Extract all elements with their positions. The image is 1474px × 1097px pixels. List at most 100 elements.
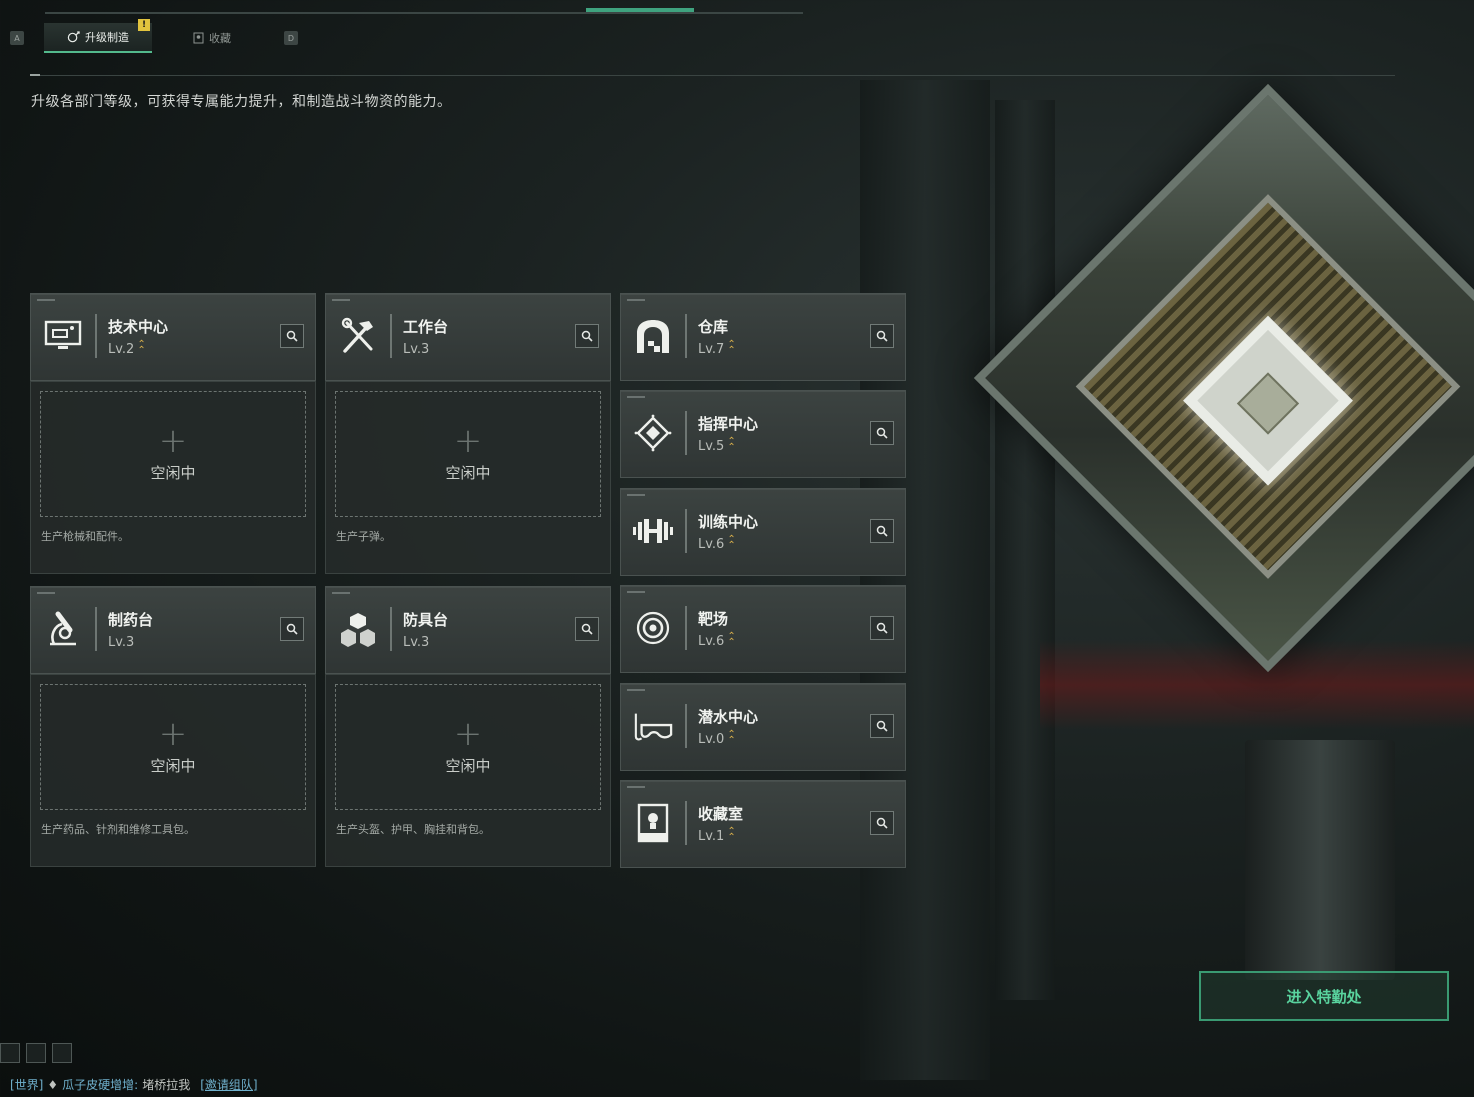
upgrade-arrow-icon: ⌃ ⌃ bbox=[727, 825, 736, 843]
header-divider-mark bbox=[30, 74, 40, 76]
plus-icon: + bbox=[453, 420, 483, 461]
slot-status: 空闲中 bbox=[445, 756, 491, 775]
production-panel-workbench: + 空闲中 生产子弹。 bbox=[325, 381, 611, 574]
production-slot[interactable]: + 空闲中 bbox=[335, 684, 601, 810]
upgrade-icon bbox=[67, 30, 80, 42]
facility-name: 收藏室 bbox=[698, 805, 744, 823]
toolbar-button[interactable] bbox=[26, 1043, 46, 1063]
search-button[interactable] bbox=[575, 617, 599, 641]
slot-status: 空闲中 bbox=[150, 463, 196, 482]
card-tag bbox=[332, 592, 350, 594]
slot-status: 空闲中 bbox=[150, 756, 196, 775]
upgrade-arrow-icon: ⌃ ⌃ bbox=[727, 338, 736, 356]
level-text: Lv.2 bbox=[108, 342, 135, 357]
facility-card-diving-center[interactable]: 潜水中心 Lv.0 ⌃ ⌃ bbox=[620, 683, 906, 771]
card-separator bbox=[95, 607, 97, 651]
facility-card-shooting-range[interactable]: 靶场 Lv.6 ⌃ ⌃ bbox=[620, 585, 906, 673]
facility-name: 指挥中心 bbox=[698, 415, 759, 433]
collection-icon bbox=[193, 32, 204, 44]
facility-level: Lv.6 ⌃ ⌃ bbox=[698, 631, 736, 649]
card-separator bbox=[685, 509, 687, 553]
station-name: 工作台 bbox=[403, 318, 449, 336]
production-slot[interactable]: + 空闲中 bbox=[40, 391, 306, 517]
facility-level: Lv.7 ⌃ ⌃ bbox=[698, 338, 736, 357]
station-card-workbench[interactable]: 工作台 Lv.3 bbox=[325, 293, 611, 381]
production-description: 生产子弹。 bbox=[336, 530, 391, 543]
search-icon bbox=[876, 525, 888, 537]
card-tag bbox=[627, 396, 645, 398]
level-text: Lv.5 bbox=[698, 439, 725, 454]
search-icon bbox=[581, 623, 593, 635]
card-tag bbox=[332, 299, 350, 301]
search-button[interactable] bbox=[870, 519, 894, 543]
search-button[interactable] bbox=[870, 714, 894, 738]
tab-collection[interactable]: 收藏 bbox=[158, 24, 266, 52]
facility-card-training-center[interactable]: 训练中心 Lv.6 ⌃ ⌃ bbox=[620, 488, 906, 576]
key-hint-right: D bbox=[284, 31, 298, 45]
armor-blocks-icon bbox=[338, 609, 378, 649]
facility-card-warehouse[interactable]: 仓库 Lv.7 ⌃ ⌃ bbox=[620, 293, 906, 381]
notification-badge: ! bbox=[138, 19, 150, 31]
production-panel-pharmacy: + 空闲中 生产药品、针剂和维修工具包。 bbox=[30, 674, 316, 867]
background-pillar bbox=[860, 80, 990, 1080]
search-icon bbox=[286, 623, 298, 635]
key-hint-left: A bbox=[10, 31, 24, 45]
invite-team-link[interactable]: [邀请组队] bbox=[200, 1076, 257, 1093]
station-level: Lv.3 bbox=[403, 635, 429, 650]
station-level: Lv.3 bbox=[108, 635, 134, 650]
card-tag bbox=[37, 299, 55, 301]
search-icon bbox=[876, 330, 888, 342]
search-button[interactable] bbox=[870, 811, 894, 835]
station-level: Lv.3 bbox=[403, 342, 429, 357]
facility-card-command-center[interactable]: 指挥中心 Lv.5 ⌃ ⌃ bbox=[620, 390, 906, 478]
tab-label: 升级制造 bbox=[85, 31, 129, 44]
background-column bbox=[1245, 740, 1395, 980]
enter-special-ops-button[interactable]: 进入特勤处 bbox=[1199, 971, 1449, 1021]
card-tag bbox=[627, 689, 645, 691]
search-button[interactable] bbox=[870, 421, 894, 445]
background-pillar bbox=[995, 100, 1055, 1000]
search-icon bbox=[876, 720, 888, 732]
diving-mask-icon bbox=[633, 706, 673, 746]
facility-level: Lv.1 ⌃ ⌃ bbox=[698, 825, 736, 844]
display-case-icon bbox=[633, 803, 673, 843]
search-icon bbox=[876, 427, 888, 439]
production-slot[interactable]: + 空闲中 bbox=[40, 684, 306, 810]
tools-icon bbox=[338, 316, 378, 356]
level-text: Lv.6 bbox=[698, 634, 725, 649]
production-description: 生产药品、针剂和维修工具包。 bbox=[41, 823, 195, 836]
facility-name: 仓库 bbox=[698, 318, 729, 336]
card-tag bbox=[627, 299, 645, 301]
facility-level: Lv.0 ⌃ ⌃ bbox=[698, 728, 736, 747]
search-button[interactable] bbox=[870, 324, 894, 348]
station-card-pharmacy[interactable]: 制药台 Lv.3 bbox=[30, 586, 316, 674]
station-card-armor[interactable]: 防具台 Lv.3 bbox=[325, 586, 611, 674]
chat-message: 堵桥拉我 bbox=[142, 1078, 191, 1092]
search-icon bbox=[581, 330, 593, 342]
card-separator bbox=[685, 314, 687, 358]
station-name: 制药台 bbox=[108, 611, 154, 629]
toolbar-button[interactable] bbox=[0, 1043, 20, 1063]
toolbar-button[interactable] bbox=[52, 1043, 72, 1063]
station-card-tech-center[interactable]: 技术中心 Lv.2 ⌃ ⌃ bbox=[30, 293, 316, 381]
chat-nickname[interactable]: 瓜子皮硬增增: bbox=[62, 1076, 138, 1093]
level-text: Lv.3 bbox=[403, 342, 430, 357]
level-text: Lv.3 bbox=[108, 635, 135, 650]
search-button[interactable] bbox=[280, 617, 304, 641]
search-button[interactable] bbox=[280, 324, 304, 348]
warehouse-icon bbox=[633, 316, 673, 356]
level-text: Lv.6 bbox=[698, 537, 725, 552]
production-panel-armor: + 空闲中 生产头盔、护甲、胸挂和背包。 bbox=[325, 674, 611, 867]
production-slot[interactable]: + 空闲中 bbox=[335, 391, 601, 517]
tab-label: 收藏 bbox=[209, 32, 231, 45]
card-tag bbox=[627, 786, 645, 788]
card-separator bbox=[390, 314, 392, 358]
upgrade-arrow-icon: ⌃ ⌃ bbox=[727, 728, 736, 746]
search-button[interactable] bbox=[870, 616, 894, 640]
facility-card-collection-room[interactable]: 收藏室 Lv.1 ⌃ ⌃ bbox=[620, 780, 906, 868]
plus-icon: + bbox=[158, 713, 188, 754]
monitor-icon bbox=[43, 316, 83, 356]
tab-upgrade-craft[interactable]: 升级制造 ! bbox=[44, 19, 152, 53]
card-separator bbox=[390, 607, 392, 651]
search-button[interactable] bbox=[575, 324, 599, 348]
